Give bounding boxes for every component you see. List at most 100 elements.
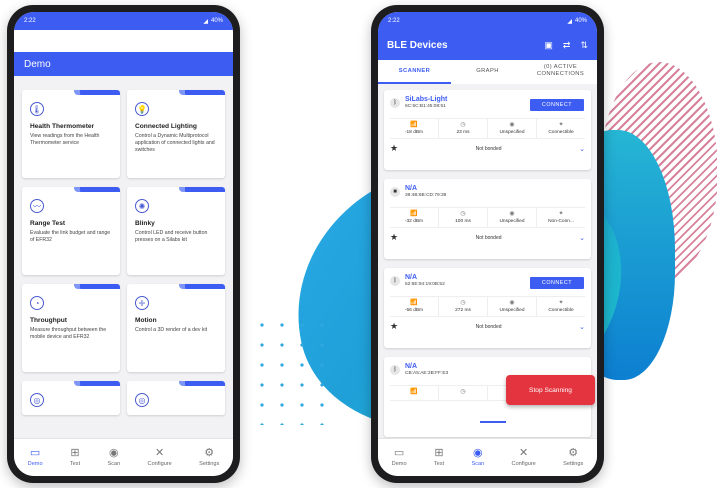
phone-demo: 2:22 ◢ 40% Demo 🌡 Health Thermometer View r… [7, 5, 240, 483]
demo-card[interactable]: ◎ [22, 381, 120, 415]
favorite-star-icon[interactable]: ★ [390, 143, 398, 154]
card-ribbon [179, 187, 225, 192]
bond-status: Not bonded [475, 145, 502, 152]
nav-item-demo[interactable]: ▭ Demo [392, 447, 407, 468]
nav-item-scan[interactable]: ◉ Scan [107, 448, 120, 468]
interval-icon: ◷ [460, 389, 466, 395]
led-icon: ✺ [135, 199, 149, 213]
favorite-star-icon[interactable]: ★ [390, 232, 398, 243]
status-bar: 2:22 ◢ 40% [378, 12, 597, 30]
nav-item-label: Test [69, 461, 81, 467]
nav-item-configure[interactable]: ✕ Configure [512, 447, 536, 468]
nav-item-scan[interactable]: ◉ Scan [471, 447, 484, 468]
nav-item-demo[interactable]: ▭ Demo [27, 447, 43, 468]
card-ribbon [179, 90, 225, 95]
demo-card-description: Control LED and receive button presses o… [135, 230, 208, 244]
log-icon[interactable]: ▣ [544, 40, 553, 51]
bond-status: Not bonded [475, 234, 502, 241]
connectible-icon: ✦ [558, 300, 564, 306]
device-stat: ◷ 100 ms [439, 208, 488, 227]
demo-card-title: Throughput [30, 317, 67, 324]
device-stat: ✦ Non-Conn... [537, 208, 585, 227]
configure-icon: ✕ [155, 447, 165, 459]
type-icon: ◉ [509, 122, 515, 128]
device-stat-value: 272 ms [455, 308, 471, 313]
demo-card-icon: ◎ [30, 393, 44, 407]
demo-card[interactable]: ✺ Blinky Control LED and receive button pr… [127, 187, 225, 275]
device-stat: ◉ Unspecified [488, 208, 537, 227]
demo-card[interactable]: ✛ Motion Control a 3D render of a dev kit [127, 284, 225, 372]
demo-card-description: Evaluate the link budget and range of EF… [30, 230, 111, 244]
interval-icon: ◷ [460, 122, 466, 128]
demo-card[interactable]: ◔ Throughput Measure throughput between th… [22, 284, 120, 372]
device-stats: 📶 -56 dBm ◷ 272 ms ◉ Unspecified ✦ Connectible [390, 296, 585, 317]
test-icon: ⊞ [70, 447, 80, 459]
card-ribbon [74, 187, 120, 192]
device-stat: ◷ [439, 386, 488, 400]
connect-button[interactable]: CONNECT [530, 277, 584, 289]
bluetooth-icon: ᛒ [390, 98, 400, 108]
filter-icon[interactable]: ⇅ [580, 40, 588, 51]
chevron-down-icon[interactable]: ⌄ [579, 145, 585, 153]
bond-row: ★ Not bonded ⌄ [390, 143, 585, 154]
demo-card[interactable]: 💡 Connected Lighting Control a Dynamic Mul… [127, 90, 225, 178]
favorite-star-icon[interactable]: ★ [390, 321, 398, 332]
device-name: SiLabs-Light [405, 96, 448, 103]
signal-icon: 📶 [410, 122, 418, 128]
configure-icon: ✕ [519, 447, 529, 459]
demo-card[interactable]: 🌡 Health Thermometer View readings from th… [22, 90, 120, 178]
demo-card-description: Control a Dynamic Multiprotocol applicat… [135, 133, 215, 154]
device-stat: ◉ Unspecified [488, 297, 537, 316]
card-ribbon [74, 284, 120, 289]
top-strip [14, 30, 233, 52]
thermometer-icon: 🌡 [30, 102, 44, 116]
chevron-down-icon[interactable]: ⌄ [579, 234, 585, 242]
page-title: BLE Devices [387, 39, 448, 51]
nav-item-label: Demo [27, 461, 43, 467]
device-card[interactable]: ᛒ N/A 52:6E:94:19:0B:52 CONNECT 📶 -56 dBm ◷ 272… [384, 268, 591, 348]
phone-scanner: 2:22 ◢ 40% BLE Devices ▣ ⇄ ⇅ SCANNER GRAPH… [371, 5, 604, 483]
nav-item-test[interactable]: ⊞ Test [434, 448, 444, 468]
nav-item-configure[interactable]: ✕ Configure [147, 447, 172, 468]
device-stat-value: 100 ms [455, 219, 471, 224]
demo-card[interactable]: 〰 Range Test Evaluate the link budget and … [22, 187, 120, 275]
device-stats: 📶 -18 dBm ◷ 23 ms ◉ Unspecified ✦ Connectible [390, 118, 585, 139]
demo-icon: ▭ [29, 447, 41, 459]
bluetooth-icon: ᛒ [390, 365, 400, 375]
device-stat: ◷ 272 ms [439, 297, 488, 316]
device-card[interactable]: ᛒ SiLabs-Light 6C:5C:B1:45:08:51 CONNECT 📶 -1… [384, 90, 591, 170]
tab-scanner[interactable]: SCANNER [378, 60, 451, 84]
motion-icon: ✛ [135, 296, 149, 310]
bluetooth-icon: ᛒ [390, 276, 400, 286]
nav-item-test[interactable]: ⊞ Test [69, 447, 81, 468]
bottom-nav: ▭ Demo ⊞ Test ◉ Scan ✕ Configure ⚙ Settings [14, 438, 233, 476]
device-card[interactable]: ■ N/A 39:4B:6B:CD:79:38 📶 -32 dBm ◷ 100 ms ◉ Uns… [384, 179, 591, 259]
page-title: Demo [24, 58, 51, 70]
demo-card-title: Health Thermometer [30, 123, 95, 130]
connect-button[interactable]: CONNECT [530, 99, 584, 111]
device-stat-value: -32 dBm [404, 219, 424, 224]
tab-active-connections[interactable]: (0) ACTIVE CONNECTIONS [524, 60, 597, 84]
nav-item-label: Settings [563, 461, 584, 467]
bottom-nav: ▭ Demo ⊞ Test ◉ Scan ✕ Configure ⚙ Settings [378, 438, 597, 476]
demo-card-description: Control a 3D render of a dev kit [135, 327, 208, 333]
device-stat-value: Unspecified [499, 130, 525, 135]
tab-graph[interactable]: GRAPH [451, 60, 524, 84]
device-icon: ■ [390, 187, 400, 197]
demo-icon: ▭ [393, 447, 405, 459]
demo-card[interactable]: ◎ [127, 381, 225, 415]
device-mac: 39:4B:6B:CD:79:38 [405, 193, 447, 198]
device-name: N/A [405, 274, 418, 281]
chevron-down-icon[interactable]: ⌄ [579, 323, 585, 331]
demo-card-description: View readings from the Health Thermomete… [30, 133, 100, 147]
tab-bar: SCANNER GRAPH (0) ACTIVE CONNECTIONS [378, 60, 597, 84]
sort-icon[interactable]: ⇄ [563, 40, 571, 51]
scan-icon: ◉ [473, 447, 483, 459]
nav-item-settings[interactable]: ⚙ Settings [199, 448, 219, 468]
nav-item-label: Configure [147, 461, 172, 467]
decorative-dots [252, 315, 332, 425]
phone-scanner-screen: 2:22 ◢ 40% BLE Devices ▣ ⇄ ⇅ SCANNER GRAPH… [378, 12, 597, 476]
nav-item-settings[interactable]: ⚙ Settings [563, 448, 584, 468]
device-stat-value: 23 ms [456, 130, 470, 135]
stop-scanning-button[interactable]: Stop Scanning [506, 375, 595, 405]
